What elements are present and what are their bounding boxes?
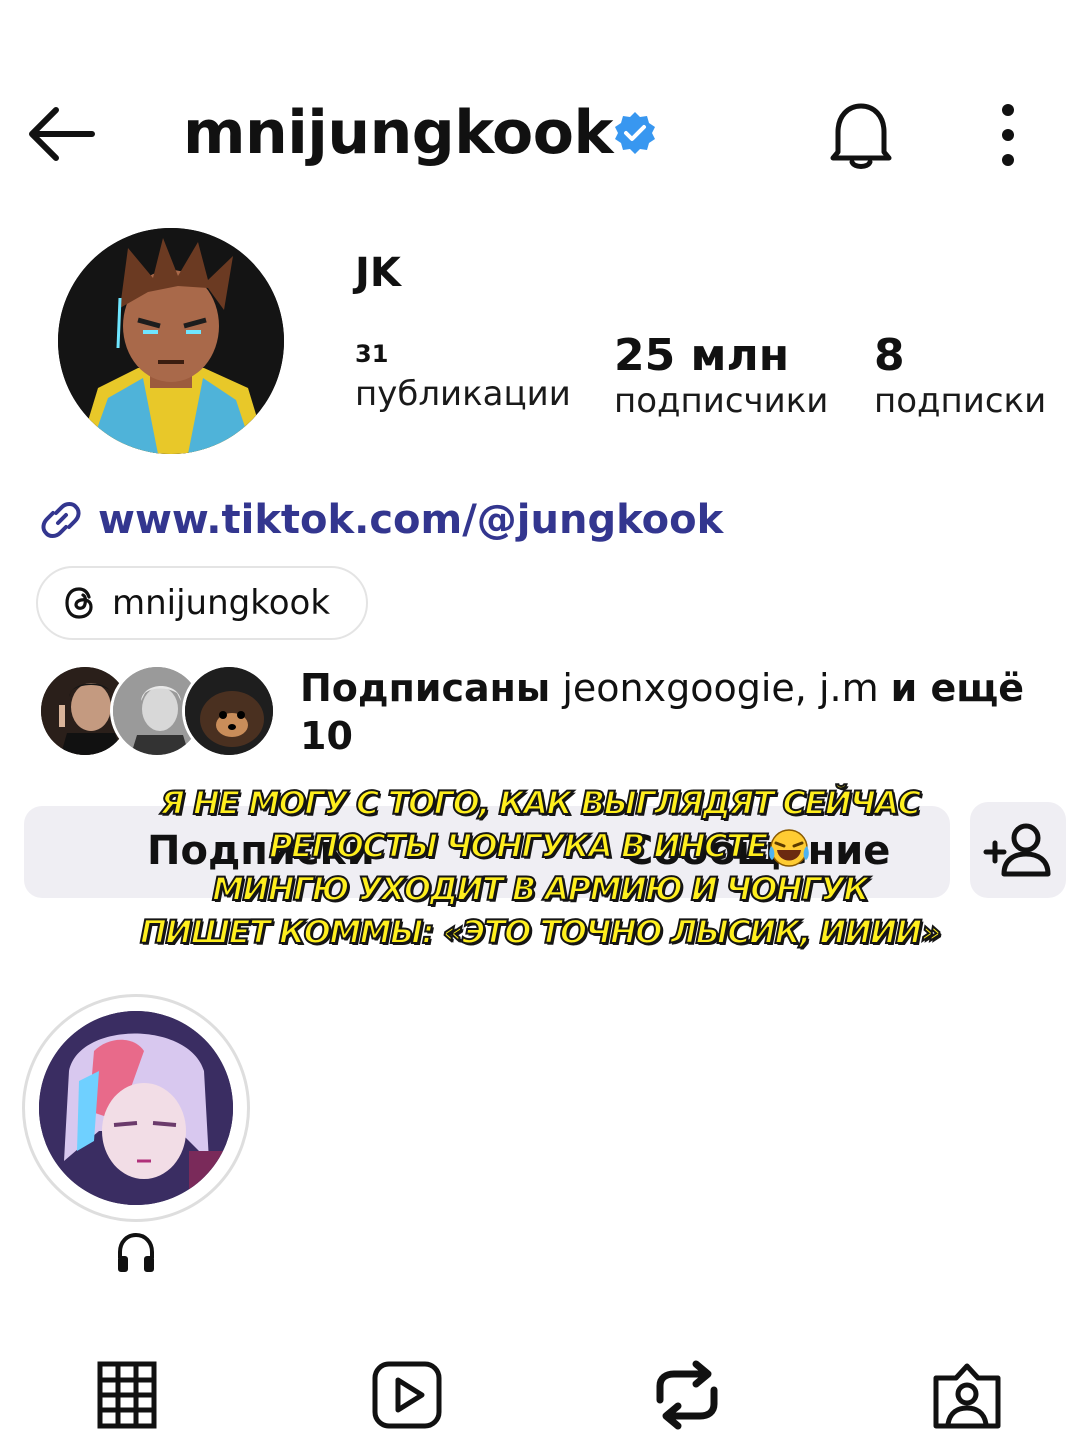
back-arrow-icon[interactable]	[22, 102, 102, 166]
more-vertical-icon[interactable]	[985, 100, 1031, 170]
highlight-cover	[39, 1011, 233, 1205]
mutual-avatar	[182, 664, 276, 758]
threads-handle: mnijungkook	[112, 583, 331, 623]
followers-stat[interactable]: 25 млн подписчики	[614, 330, 828, 421]
mutual-prefix: Подписаны	[300, 666, 551, 710]
link-icon	[41, 502, 81, 538]
avatar-image	[58, 228, 284, 454]
profile-avatar[interactable]	[58, 228, 284, 454]
top-bar: mnijungkook	[0, 80, 1080, 190]
threads-badge[interactable]: mnijungkook	[36, 566, 368, 640]
laughing-emoji-icon	[769, 829, 809, 867]
headphones-icon	[118, 1232, 154, 1272]
repost-tab-icon[interactable]	[650, 1358, 724, 1432]
verified-badge-icon	[615, 112, 655, 154]
followers-count: 25 млн	[614, 330, 790, 381]
mutual-followers-avatars[interactable]	[38, 664, 278, 760]
tagged-tab-icon[interactable]	[930, 1358, 1004, 1432]
grid-tab-icon[interactable]	[90, 1358, 164, 1432]
reels-tab-icon[interactable]	[370, 1358, 444, 1432]
caption-line: МИНГЮ УХОДИТ В АРМИЮ И ЧОНГУК	[211, 869, 870, 909]
posts-stat[interactable]: 31 публикации	[355, 340, 571, 414]
bio-link[interactable]: www.tiktok.com/@jungkook	[36, 490, 723, 550]
bio-link-text[interactable]: www.tiktok.com/@jungkook	[98, 497, 723, 543]
posts-label: публикации	[355, 374, 571, 414]
profile-username: mnijungkook	[183, 98, 613, 168]
display-name: JK	[355, 250, 401, 296]
mutual-names: jeonxgoogie, j.m	[550, 666, 891, 710]
following-label: подписки	[874, 381, 1047, 421]
caption-line-with-emoji: РЕПОСТЫ ЧОНГУКА В ИНСТЕ	[0, 825, 1080, 868]
caption-line: РЕПОСТЫ ЧОНГУКА В ИНСТЕ	[268, 826, 769, 866]
story-highlight[interactable]	[22, 994, 250, 1222]
followers-label: подписчики	[614, 381, 829, 421]
following-count: 8	[874, 330, 905, 381]
mutual-followers-text[interactable]: Подписаны jeonxgoogie, j.m и ещё 10	[300, 664, 1050, 760]
caption-overlay: Я НЕ МОГУ С ТОГО, КАК ВЫГЛЯДЯТ СЕЙЧАС РЕ…	[0, 782, 1080, 954]
posts-count: 31	[355, 340, 389, 368]
caption-line: Я НЕ МОГУ С ТОГО, КАК ВЫГЛЯДЯТ СЕЙЧАС	[159, 783, 922, 823]
following-stat[interactable]: 8 подписки	[874, 330, 1046, 421]
caption-line: ПИШЕТ КОММЫ: «ЭТО ТОЧНО ЛЫСИК, ИИИИ»	[139, 912, 942, 952]
threads-icon	[65, 587, 93, 619]
bell-icon[interactable]	[826, 98, 896, 172]
